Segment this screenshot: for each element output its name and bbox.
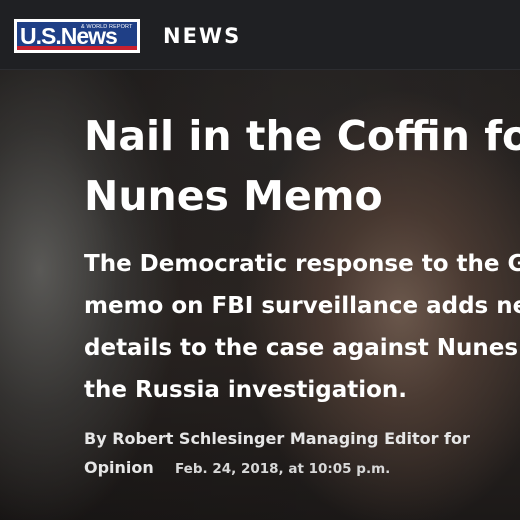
logo-background: U.S.News & WORLD REPORT [17,22,137,50]
headline-line-2: Nunes Memo [84,172,383,220]
article-headline[interactable]: Nail in the Coffin fo Nunes Memo [84,106,520,226]
dek-line-1: The Democratic response to the G [84,251,520,277]
logo-red-stripe [17,46,137,50]
dek-line-3: details to the case against Nunes a [84,335,520,361]
logo-tagline: & WORLD REPORT [81,24,133,30]
dek-line-4: the Russia investigation. [84,377,408,403]
author-byline[interactable]: By Robert Schlesinger Managing Editor fo… [84,428,470,450]
article-subheadline: The Democratic response to the G memo on… [84,243,520,411]
publish-date: Feb. 24, 2018, at 10:05 p.m. [175,461,391,477]
author-byline-continued[interactable]: Opinion [84,457,154,479]
usnews-logo[interactable]: U.S.News & WORLD REPORT [14,19,140,53]
top-nav-bar: U.S.News & WORLD REPORT NEWS [0,0,520,70]
section-news-link[interactable]: NEWS [163,22,241,50]
headline-line-1: Nail in the Coffin fo [84,112,520,160]
dek-line-2: memo on FBI surveillance adds ne [84,293,520,319]
